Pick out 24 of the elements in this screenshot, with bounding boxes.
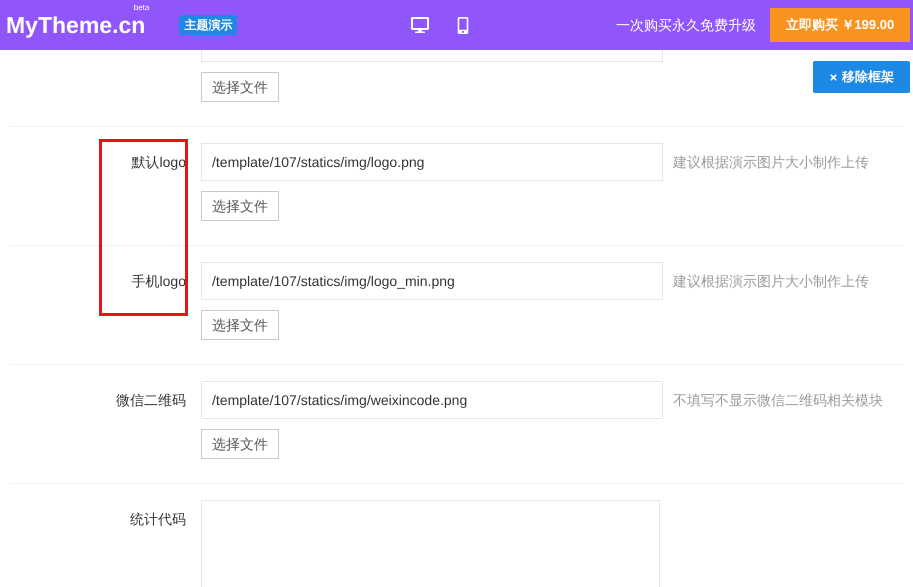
choose-file-button[interactable]: 选择文件 xyxy=(201,310,279,340)
logo: MyTheme.cn xyxy=(6,14,146,36)
close-icon xyxy=(829,72,838,82)
choose-file-button[interactable]: 选择文件 xyxy=(201,191,279,221)
choose-file-button[interactable]: 选择文件 xyxy=(201,72,279,102)
beta-label: beta xyxy=(134,4,150,12)
demo-badge: 主题演示 xyxy=(179,15,238,35)
input-field[interactable]: /template/107/statics/img/logo.png xyxy=(201,143,663,181)
hint-text: 建议根据演示图片大小制作上传 xyxy=(673,153,869,171)
input-field[interactable]: /template/107/statics/img/weixincode.png xyxy=(201,381,663,419)
field-label: 微信二维码 xyxy=(116,391,186,410)
remove-frame-button[interactable]: 移除框架 xyxy=(813,61,910,93)
field-label: 统计代码 xyxy=(130,510,186,529)
input-field[interactable] xyxy=(201,50,663,62)
promo-text: 一次购买永久免费升级 xyxy=(616,16,756,34)
mobile-icon[interactable] xyxy=(457,16,470,34)
desktop-icon[interactable] xyxy=(411,17,430,33)
hint-text: 不填写不显示微信二维码相关模块 xyxy=(673,391,883,409)
field-label: 默认logo xyxy=(132,153,186,172)
textarea-field[interactable] xyxy=(201,500,660,587)
hint-text: 建议根据演示图片大小制作上传 xyxy=(673,272,869,290)
choose-file-button[interactable]: 选择文件 xyxy=(201,429,279,459)
input-field[interactable]: /template/107/statics/img/logo_min.png xyxy=(201,262,663,300)
field-label: 手机logo xyxy=(132,272,186,291)
